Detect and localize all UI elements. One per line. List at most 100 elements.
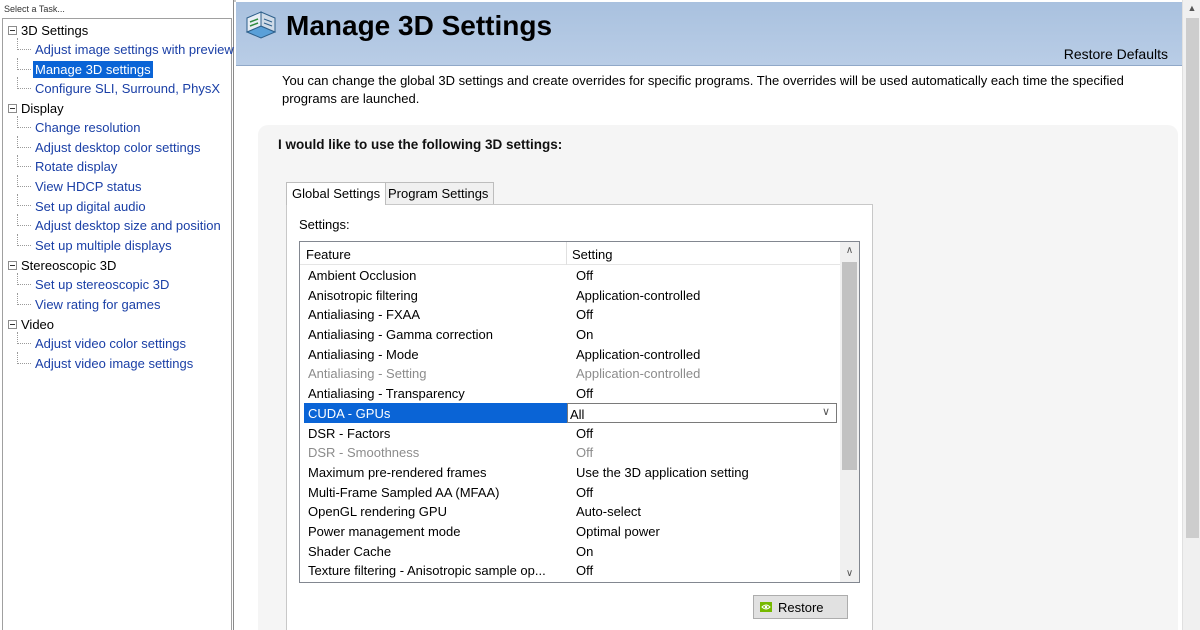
table-row[interactable]: Multi-Frame Sampled AA (MFAA) Off [300, 482, 840, 502]
scroll-up-icon[interactable]: ▲ [1183, 0, 1200, 16]
table-row[interactable]: DSR - Factors Off [300, 423, 840, 443]
chevron-down-icon[interactable]: ∨ [822, 405, 830, 418]
sidebar-item-change-resolution[interactable]: Change resolution [8, 116, 221, 138]
table-row[interactable]: DSR - Smoothness Off [300, 442, 840, 462]
sidebar-item-desktop-size-position[interactable]: Adjust desktop size and position [8, 213, 221, 236]
sidebar-item-label: Set up digital audio [35, 198, 146, 214]
column-divider[interactable] [566, 242, 567, 265]
scroll-down-icon[interactable]: ∨ [840, 565, 859, 582]
collapse-icon[interactable] [8, 26, 17, 35]
sidebar-item-adjust-desktop-color[interactable]: Adjust desktop color settings [8, 135, 221, 158]
tree-group-header[interactable]: Stereoscopic 3D [8, 256, 169, 275]
feature-cell: Antialiasing - Transparency [308, 386, 465, 402]
window-scrollbar[interactable]: ▲ [1182, 0, 1200, 630]
sidebar-item-label: Adjust video image settings [35, 355, 194, 371]
tree-group-header[interactable]: Video [8, 315, 193, 334]
table-row[interactable]: Anisotropic filtering Application-control… [300, 285, 840, 305]
collapse-icon[interactable] [8, 261, 17, 270]
column-header-setting[interactable]: Setting [572, 247, 612, 262]
setting-cell: Off [576, 484, 594, 500]
tree-group-stereoscopic-3d: Stereoscopic 3D Set up stereoscopic 3D V… [8, 256, 169, 314]
3d-settings-icon [245, 11, 277, 39]
page-header: Manage 3D Settings Restore Defaults [236, 2, 1182, 66]
sidebar-item-label: Adjust desktop size and position [35, 218, 221, 234]
feature-cell: DSR - Factors [308, 425, 391, 441]
tree-group-label: Display [21, 101, 64, 116]
task-sidebar: Select a Task... 3D Settings Adjust imag… [0, 0, 234, 630]
table-row[interactable]: Ambient Occlusion Off [300, 265, 840, 285]
setting-dropdown[interactable]: All ∨ [567, 402, 837, 423]
sidebar-item-rotate-display[interactable]: Rotate display [8, 155, 221, 177]
section-heading: I would like to use the following 3D set… [278, 137, 563, 152]
setting-cell: Use the 3D application setting [576, 464, 749, 480]
column-header-feature[interactable]: Feature [306, 247, 351, 262]
table-row-selected[interactable]: CUDA - GPUs All ∨ [300, 402, 840, 423]
sidebar-item-set-up-stereoscopic[interactable]: Set up stereoscopic 3D [8, 273, 170, 295]
settings-list[interactable]: Feature Setting Ambient Occlusion Off Ani… [299, 241, 860, 583]
table-row[interactable]: Maximum pre-rendered frames Use the 3D ap… [300, 462, 840, 482]
setting-cell: Off [576, 386, 594, 402]
scrollbar-thumb[interactable] [1186, 18, 1199, 538]
feature-cell: OpenGL rendering GPU [308, 504, 447, 520]
collapse-icon[interactable] [8, 104, 17, 113]
table-row[interactable]: Antialiasing - Gamma correction On [300, 324, 840, 344]
table-row[interactable]: Antialiasing - Setting Application-contro… [300, 363, 840, 383]
sidebar-item-configure-sli[interactable]: Configure SLI, Surround, PhysX [8, 77, 234, 99]
tab-global-settings[interactable]: Global Settings [286, 182, 387, 205]
sidebar-item-video-image[interactable]: Adjust video image settings [8, 351, 194, 374]
dropdown-value: All [570, 406, 585, 422]
table-row[interactable]: Power management mode Optimal power [300, 521, 840, 541]
global-settings-page: Settings: Feature Setting Ambient Occlus… [286, 204, 873, 630]
table-row[interactable]: OpenGL rendering GPU Auto-select [300, 501, 840, 521]
table-row[interactable]: Antialiasing - Transparency Off [300, 383, 840, 403]
setting-cell: Auto-select [576, 504, 642, 520]
setting-cell: Off [576, 425, 594, 441]
feature-cell: Antialiasing - Setting [308, 366, 427, 382]
collapse-icon[interactable] [8, 320, 17, 329]
page-title: Manage 3D Settings [286, 10, 553, 41]
sidebar-item-digital-audio[interactable]: Set up digital audio [8, 194, 221, 216]
table-row[interactable]: Antialiasing - FXAA Off [300, 304, 840, 324]
setting-cell: Off [576, 563, 594, 579]
sidebar-item-multiple-displays[interactable]: Set up multiple displays [8, 233, 221, 256]
feature-cell: Antialiasing - Mode [308, 346, 419, 362]
tab-program-settings[interactable]: Program Settings [382, 182, 495, 204]
restore-defaults-link[interactable]: Restore Defaults [1064, 46, 1168, 62]
nvidia-logo-icon [760, 602, 772, 612]
list-scrollbar[interactable]: ∧ ∨ [840, 242, 859, 582]
sidebar-item-label: Configure SLI, Surround, PhysX [35, 81, 220, 97]
feature-cell: Multi-Frame Sampled AA (MFAA) [308, 484, 500, 500]
scroll-up-icon[interactable]: ∧ [840, 242, 859, 259]
tree-group-header[interactable]: Display [8, 99, 221, 118]
sidebar-item-label: Set up stereoscopic 3D [35, 277, 170, 293]
tree-group-display: Display Change resolution Adjust desktop… [8, 99, 221, 255]
feature-cell: CUDA - GPUs [304, 402, 567, 423]
restore-button[interactable]: Restore [753, 595, 848, 619]
sidebar-item-label: Change resolution [35, 120, 141, 136]
list-rows: Ambient Occlusion Off Anisotropic filteri… [300, 265, 840, 580]
sidebar-item-label: View rating for games [35, 296, 161, 312]
sidebar-item-adjust-image-settings[interactable]: Adjust image settings with preview [8, 38, 234, 60]
feature-cell: DSR - Smoothness [308, 445, 420, 461]
sidebar-item-manage-3d-settings[interactable]: Manage 3D settings [8, 57, 234, 80]
settings-label: Settings: [299, 217, 350, 232]
restore-button-label: Restore [778, 600, 824, 615]
feature-cell: Maximum pre-rendered frames [308, 464, 487, 480]
list-header: Feature Setting [300, 242, 840, 265]
table-row[interactable]: Texture filtering - Anisotropic sample o… [300, 560, 840, 580]
tree-group-header[interactable]: 3D Settings [8, 21, 234, 40]
table-row[interactable]: Shader Cache On [300, 541, 840, 561]
sidebar-item-view-hdcp-status[interactable]: View HDCP status [8, 174, 221, 197]
feature-cell: Texture filtering - Anisotropic sample o… [308, 563, 546, 579]
scrollbar-thumb[interactable] [842, 262, 857, 470]
task-tree: 3D Settings Adjust image settings with p… [2, 18, 234, 630]
sidebar-item-label: Rotate display [35, 159, 118, 175]
feature-cell: Antialiasing - Gamma correction [308, 327, 493, 343]
setting-cell: Off [576, 307, 594, 323]
setting-cell: Application-controlled [576, 287, 701, 303]
feature-cell: Ambient Occlusion [308, 268, 417, 283]
table-row[interactable]: Antialiasing - Mode Application-controlle… [300, 344, 840, 364]
sidebar-item-view-rating[interactable]: View rating for games [8, 292, 169, 315]
sidebar-item-video-color[interactable]: Adjust video color settings [8, 332, 193, 354]
setting-cell: On [576, 327, 594, 343]
